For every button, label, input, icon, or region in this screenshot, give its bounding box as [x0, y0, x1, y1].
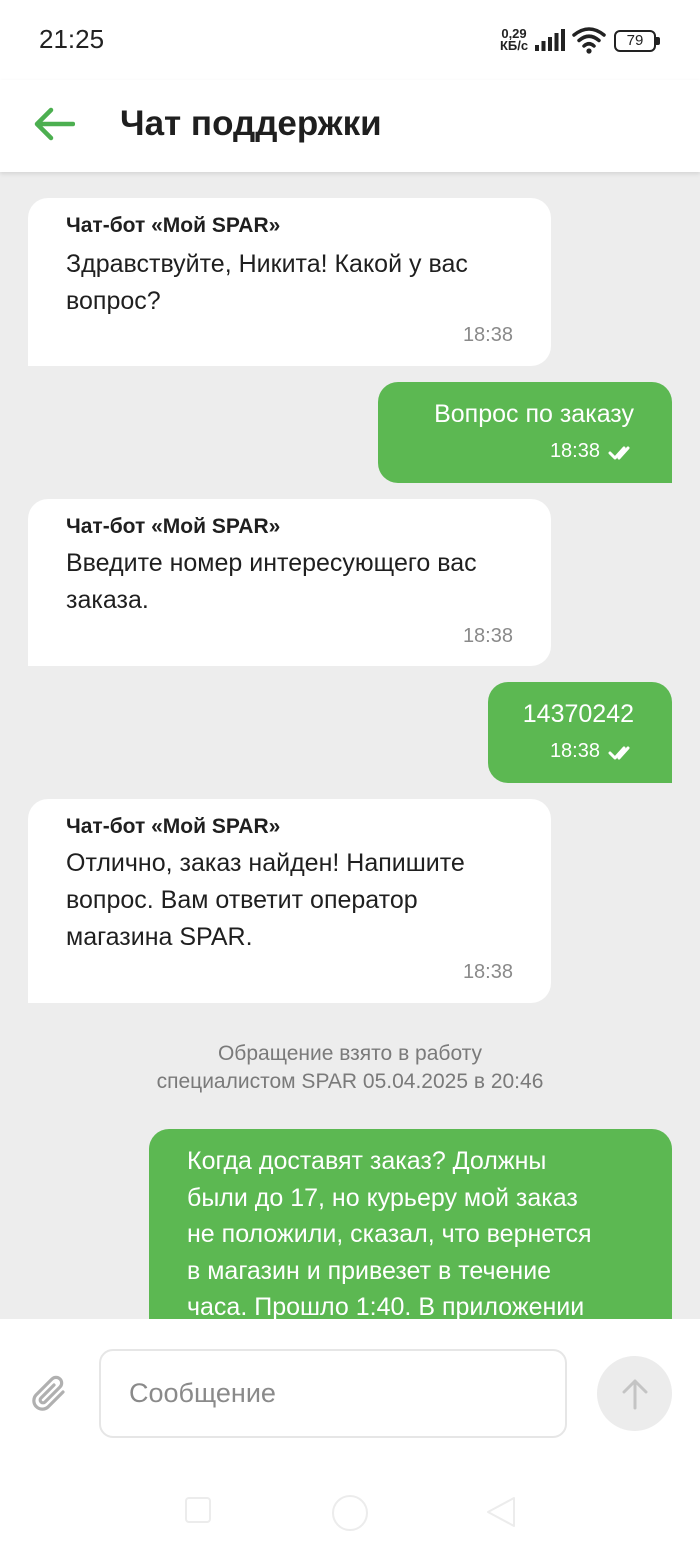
app-header: Чат поддержки [0, 80, 700, 172]
status-time: 21:25 [39, 24, 105, 54]
battery-icon: 79 [614, 30, 660, 52]
message-time: 18:38 [462, 961, 513, 983]
network-speed: 0,29 КБ/с [496, 27, 532, 53]
message-time: 18:38 [462, 324, 513, 346]
battery-level: 79 [626, 32, 644, 49]
double-check-icon [608, 446, 630, 460]
outgoing-message: 14370242 18:38 [488, 682, 672, 783]
nav-recents-button[interactable] [185, 1497, 211, 1523]
paperclip-icon [32, 1375, 65, 1411]
send-button[interactable] [597, 1356, 672, 1431]
status-bar: 21:25 0,29 КБ/с 79 [0, 0, 700, 80]
message-text: Введите номер интересующего вас заказа. [66, 549, 477, 614]
message-text: Здравствуйте, Никита! Какой у вас вопрос… [66, 250, 468, 315]
attach-button[interactable] [24, 1369, 74, 1419]
battery-tip [656, 37, 660, 45]
back-button[interactable] [28, 98, 80, 150]
double-check-icon [608, 746, 630, 760]
arrow-left-icon [34, 107, 75, 141]
page-title: Чат поддержки [120, 104, 382, 143]
nav-back-icon[interactable] [486, 1496, 516, 1528]
outgoing-message: Вопрос по заказу 18:38 [378, 382, 672, 483]
message-text: Когда доставят заказ? Должны были до 17,… [187, 1147, 592, 1321]
message-time: 18:38 [549, 440, 600, 462]
incoming-message: Чат-бот «Мой SPAR» Здравствуйте, Никита!… [28, 198, 551, 366]
chat-screen: 21:25 0,29 КБ/с 79 Чат поддержки Чат-бот… [0, 0, 700, 1556]
message-sender: Чат-бот «Мой SPAR» [66, 515, 281, 538]
message-time: 18:38 [462, 625, 513, 647]
nav-home-button[interactable] [332, 1495, 368, 1531]
wifi-icon [572, 27, 606, 54]
arrow-up-icon [622, 1379, 647, 1409]
message-text: Отлично, заказ найден! Напишите вопрос. … [66, 849, 465, 951]
message-text: Вопрос по заказу [434, 400, 634, 428]
message-input[interactable] [99, 1349, 567, 1438]
network-speed-unit: КБ/с [499, 38, 529, 53]
incoming-message: Чат-бот «Мой SPAR» Отлично, заказ найден… [28, 799, 551, 1003]
message-text: 14370242 [522, 700, 634, 728]
message-sender: Чат-бот «Мой SPAR» [66, 815, 281, 838]
signal-icon [535, 29, 565, 51]
message-time: 18:38 [549, 740, 600, 762]
incoming-message: Чат-бот «Мой SPAR» Введите номер интерес… [28, 499, 551, 666]
message-sender: Чат-бот «Мой SPAR» [66, 214, 281, 237]
system-note: Обращение взято в работу специалистом SP… [156, 1042, 544, 1093]
